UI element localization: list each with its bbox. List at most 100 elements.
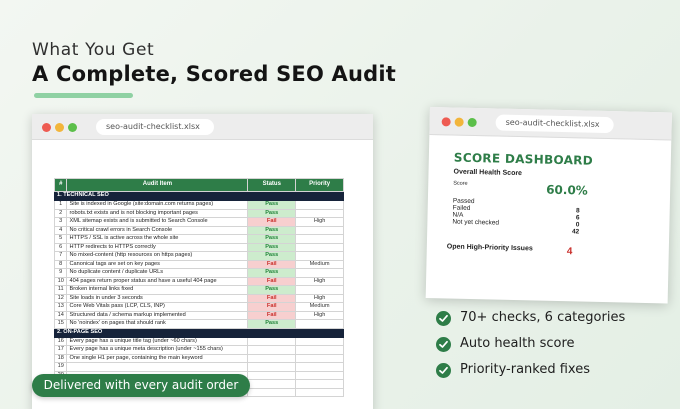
- row-number: 9: [53, 268, 68, 278]
- audit-item-cell: No 'noindex' on pages that should rank: [66, 319, 249, 329]
- section-header-row: 2. ON-PAGE SEO: [54, 327, 344, 338]
- eyebrow-text: What You Get: [32, 40, 155, 60]
- table-row[interactable]: 14 Structured data / schema markup implem…: [53, 310, 344, 320]
- audit-item-cell: HTTPS / SSL is active across the whole s…: [66, 234, 249, 244]
- minimize-window-icon[interactable]: [55, 123, 64, 132]
- priority-cell: [295, 200, 344, 210]
- table-header-row: # Audit Item Status Priority: [53, 178, 344, 192]
- window-titlebar: seo-audit-checklist.xlsx: [32, 114, 373, 140]
- feature-label: Auto health score: [460, 336, 575, 351]
- check-icon: [436, 311, 451, 326]
- high-priority-value: 4: [566, 246, 573, 258]
- table-body: 1. TECHNICAL SEO 1 Site is indexed in Goog…: [53, 191, 344, 397]
- table-row[interactable]: 6 HTTP redirects to HTTPS correctly Pass: [53, 242, 344, 252]
- headline-underline: [34, 93, 133, 98]
- status-cell: [247, 387, 297, 397]
- headline: A Complete, Scored SEO Audit: [32, 62, 396, 86]
- table-row[interactable]: 16 Every page has a unique title tag (und…: [53, 336, 344, 346]
- feature-label: 70+ checks, 6 categories: [460, 310, 626, 325]
- table-row[interactable]: 11 Broken internal links fixed Pass: [53, 285, 344, 295]
- status-cell: Fail: [247, 259, 297, 269]
- table-row[interactable]: 1 Site is indexed in Google (site:domain.…: [53, 200, 344, 210]
- priority-cell: High: [295, 276, 344, 286]
- priority-cell: High: [295, 217, 344, 227]
- feature-label: Priority-ranked fixes: [460, 362, 590, 377]
- table-row[interactable]: 2 robots.txt exists and is not blocking i…: [53, 208, 344, 218]
- row-number: 7: [53, 251, 68, 261]
- audit-item-cell: No critical crawl errors in Search Conso…: [66, 225, 249, 235]
- audit-item-cell: Every page has a unique meta description…: [66, 345, 249, 355]
- row-number: 18: [53, 353, 68, 363]
- priority-cell: [295, 379, 344, 389]
- row-number: 8: [53, 259, 68, 269]
- row-number: 10: [53, 276, 68, 286]
- count-value-total: 42: [571, 228, 580, 236]
- status-cell: Fail: [247, 310, 297, 320]
- priority-cell: [295, 208, 344, 218]
- url-bar[interactable]: seo-audit-checklist.xlsx: [495, 114, 614, 134]
- maximize-window-icon[interactable]: [68, 123, 77, 132]
- audit-item-cell: Every page has a unique title tag (under…: [66, 336, 249, 346]
- table-row[interactable]: 9 No duplicate content / duplicate URLs Pa…: [53, 268, 344, 278]
- dashboard-title: SCORE DASHBOARD: [453, 150, 594, 168]
- table-row[interactable]: 3 XML sitemap exists and is submitted to …: [53, 217, 344, 227]
- close-window-icon[interactable]: [42, 123, 51, 132]
- audit-item-cell: HTTP redirects to HTTPS correctly: [66, 242, 249, 252]
- close-window-icon[interactable]: [441, 117, 451, 127]
- status-cell: Pass: [247, 200, 297, 210]
- table-row[interactable]: 8 Canonical tags are set on key pages Fail…: [53, 259, 344, 269]
- row-number: 2: [53, 208, 68, 218]
- status-cell: [247, 353, 297, 363]
- table-row[interactable]: 19: [53, 362, 344, 372]
- table-row[interactable]: 13 Core Web Vitals pass (LCP, CLS, INP) Fa…: [53, 302, 344, 312]
- row-number: 19: [53, 362, 68, 372]
- table-row[interactable]: 15 No 'noindex' on pages that should rank…: [53, 319, 344, 329]
- table-row[interactable]: 7 No mixed-content (http resources on htt…: [53, 251, 344, 261]
- high-priority-label: Open High-Priority Issues: [446, 243, 533, 253]
- maximize-window-icon[interactable]: [467, 117, 477, 128]
- audit-item-cell: No duplicate content / duplicate URLs: [66, 268, 249, 278]
- column-header-number: #: [53, 178, 68, 192]
- priority-cell: [295, 319, 344, 329]
- priority-cell: [295, 387, 344, 397]
- priority-cell: [295, 362, 344, 372]
- row-number: 5: [53, 234, 68, 244]
- overall-score-label: Overall Health Score: [453, 168, 523, 178]
- delivery-banner: Delivered with every audit order: [32, 374, 250, 397]
- row-number: 16: [53, 336, 68, 346]
- audit-item-cell: 404 pages return proper status and have …: [66, 276, 249, 286]
- audit-checklist-table: # Audit Item Status Priority 1. TECHNICA…: [53, 178, 344, 397]
- status-cell: [247, 379, 297, 389]
- row-number: 6: [53, 242, 68, 252]
- score-label: Score: [453, 180, 468, 187]
- table-row[interactable]: 10 404 pages return proper status and hav…: [53, 276, 344, 286]
- priority-cell: [295, 353, 344, 363]
- row-number: 3: [53, 217, 68, 227]
- status-cell: Pass: [247, 251, 297, 261]
- audit-item-cell: No mixed-content (http resources on http…: [66, 251, 249, 261]
- audit-item-cell: XML sitemap exists and is submitted to S…: [66, 217, 249, 227]
- status-cell: Pass: [247, 285, 297, 295]
- status-cell: Pass: [247, 225, 297, 235]
- priority-cell: Medium: [295, 302, 344, 312]
- table-row[interactable]: 4 No critical crawl errors in Search Cons…: [53, 225, 344, 235]
- table-row[interactable]: 17 Every page has a unique meta descripti…: [53, 345, 344, 355]
- priority-cell: [295, 285, 344, 295]
- status-cell: Pass: [247, 234, 297, 244]
- url-bar[interactable]: seo-audit-checklist.xlsx: [96, 119, 214, 135]
- section-title: 1. TECHNICAL SEO: [54, 191, 344, 201]
- status-cell: Fail: [247, 276, 297, 286]
- row-number: 12: [53, 293, 68, 303]
- audit-item-cell: [66, 362, 249, 372]
- column-header-status: Status: [247, 178, 297, 192]
- column-header-audit-item: Audit Item: [66, 178, 249, 192]
- row-number: 11: [53, 285, 68, 295]
- priority-cell: [295, 225, 344, 235]
- audit-item-cell: Core Web Vitals pass (LCP, CLS, INP): [66, 302, 249, 312]
- status-cell: Fail: [247, 302, 297, 312]
- minimize-window-icon[interactable]: [454, 117, 464, 127]
- audit-item-cell: Structured data / schema markup implemen…: [66, 310, 249, 320]
- table-row[interactable]: 18 One single H1 per page, containing the…: [53, 353, 344, 363]
- table-row[interactable]: 5 HTTPS / SSL is active across the whole …: [53, 234, 344, 244]
- table-row[interactable]: 12 Site loads in under 3 seconds Fail High: [53, 293, 344, 303]
